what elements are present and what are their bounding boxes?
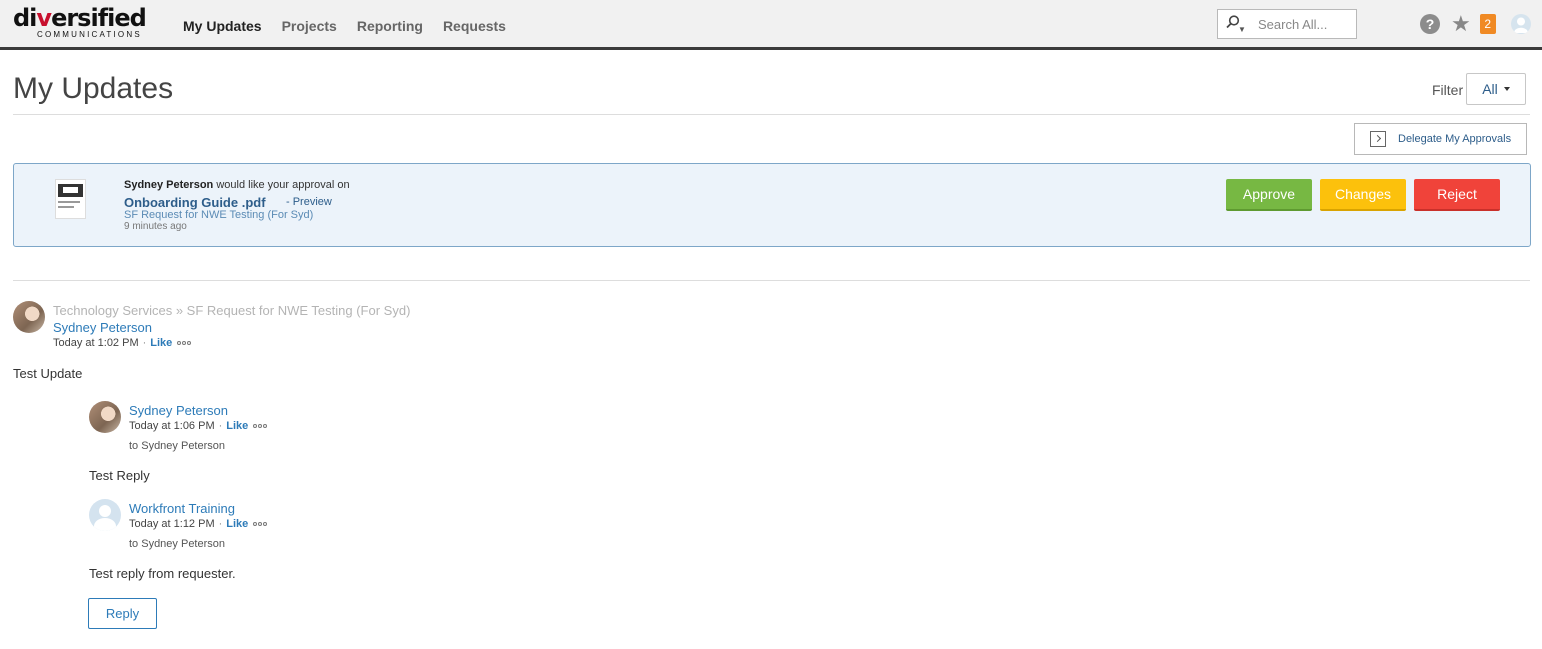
- top-navigation-bar: diversified COMMUNICATIONS My Updates Pr…: [0, 0, 1542, 50]
- approval-request-link[interactable]: SF Request for NWE Testing (For Syd): [124, 209, 313, 221]
- reply-timestamp: Today at 1:06 PM: [129, 420, 215, 432]
- approval-message-text: would like your approval on: [216, 179, 350, 191]
- delegate-arrow-icon: [1370, 131, 1386, 147]
- search-scope-caret-icon[interactable]: ▼: [1238, 25, 1246, 34]
- nav-requests[interactable]: Requests: [443, 18, 506, 34]
- approve-button[interactable]: Approve: [1226, 179, 1312, 211]
- reply-timestamp: Today at 1:12 PM: [129, 518, 215, 530]
- document-preview-link[interactable]: - Preview: [286, 196, 332, 208]
- approval-request-card: Sydney Peterson would like your approval…: [13, 163, 1531, 247]
- filter-dropdown[interactable]: All: [1466, 73, 1526, 105]
- reply-meta: Today at 1:12 PM · Like: [129, 518, 268, 530]
- approval-document-link[interactable]: Onboarding Guide .pdf: [124, 195, 266, 210]
- chevron-down-icon: [1503, 87, 1510, 91]
- nav-my-updates[interactable]: My Updates: [183, 18, 262, 34]
- reply-recipient: to Sydney Peterson: [129, 538, 226, 550]
- document-thumbnail[interactable]: [55, 179, 86, 219]
- reply-body: Test Reply: [89, 468, 150, 483]
- reject-button[interactable]: Reject: [1414, 179, 1500, 211]
- main-nav: My Updates Projects Reporting Requests: [183, 18, 506, 34]
- update-breadcrumb[interactable]: Technology Services » SF Request for NWE…: [53, 303, 410, 318]
- user-avatar-icon[interactable]: [1510, 14, 1531, 34]
- more-options-icon[interactable]: [253, 522, 268, 526]
- reply-body: Test reply from requester.: [89, 566, 236, 581]
- delegate-approvals-button[interactable]: Delegate My Approvals: [1354, 123, 1527, 155]
- update-meta: Today at 1:02 PM · Like: [53, 337, 192, 349]
- request-changes-button[interactable]: Changes: [1320, 179, 1406, 211]
- search-input[interactable]: [1258, 16, 1354, 32]
- divider: [13, 114, 1530, 115]
- page-title: My Updates: [13, 72, 174, 105]
- logo-wordmark: diversified: [13, 4, 147, 32]
- header-icons: ? ★ 2: [1420, 13, 1531, 35]
- logo-subtitle: COMMUNICATIONS: [37, 30, 142, 39]
- reply-author-link[interactable]: Workfront Training: [129, 501, 235, 516]
- like-link[interactable]: Like: [226, 518, 248, 530]
- avatar[interactable]: [89, 401, 121, 433]
- approval-requester: Sydney Peterson: [124, 179, 214, 191]
- favorites-star-icon[interactable]: ★: [1451, 13, 1471, 35]
- like-link[interactable]: Like: [226, 420, 248, 432]
- update-timestamp: Today at 1:02 PM: [53, 337, 139, 349]
- more-options-icon[interactable]: [177, 341, 192, 345]
- notifications-badge[interactable]: 2: [1479, 14, 1496, 34]
- reply-author-link[interactable]: Sydney Peterson: [129, 403, 228, 418]
- reply-meta: Today at 1:06 PM · Like: [129, 420, 268, 432]
- update-body: Test Update: [13, 366, 83, 381]
- nav-projects[interactable]: Projects: [282, 18, 337, 34]
- approval-timestamp: 9 minutes ago: [124, 221, 187, 232]
- update-author-link[interactable]: Sydney Peterson: [53, 320, 152, 335]
- avatar[interactable]: [89, 499, 121, 531]
- global-search: ▼: [1217, 9, 1357, 39]
- reply-button[interactable]: Reply: [88, 598, 157, 629]
- help-icon[interactable]: ?: [1420, 14, 1440, 34]
- like-link[interactable]: Like: [150, 337, 172, 349]
- filter-label: Filter: [1432, 82, 1464, 98]
- delegate-approvals-label: Delegate My Approvals: [1398, 133, 1512, 145]
- approval-message: Sydney Peterson would like your approval…: [124, 179, 350, 191]
- avatar[interactable]: [13, 301, 45, 333]
- diversified-logo[interactable]: diversified COMMUNICATIONS: [13, 4, 155, 41]
- filter-value: All: [1482, 81, 1498, 97]
- divider: [13, 280, 1530, 281]
- nav-reporting[interactable]: Reporting: [357, 18, 423, 34]
- search-icon[interactable]: ▼: [1226, 15, 1246, 34]
- more-options-icon[interactable]: [253, 424, 268, 428]
- reply-recipient: to Sydney Peterson: [129, 440, 226, 452]
